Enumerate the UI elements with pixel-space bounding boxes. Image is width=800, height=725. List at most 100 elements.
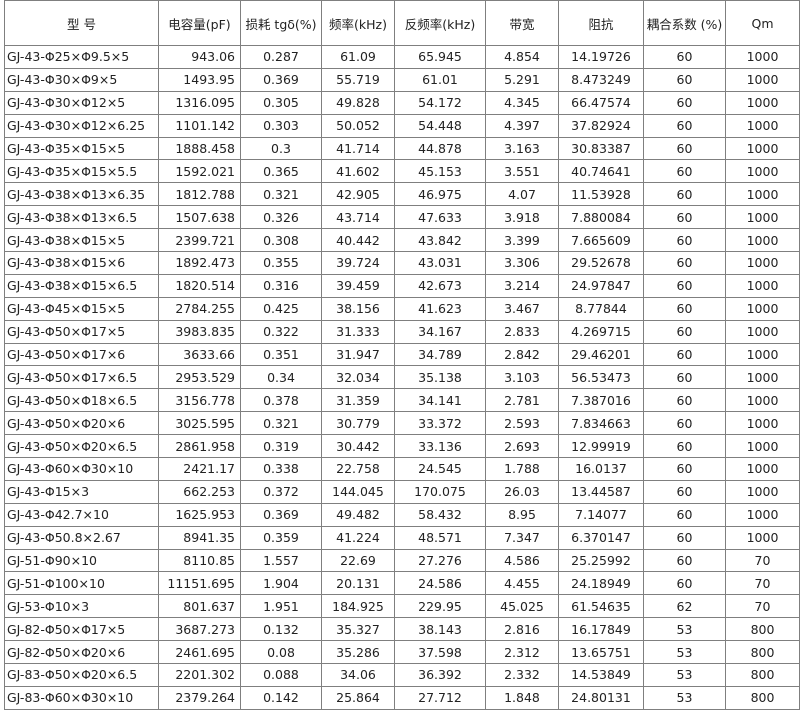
cell-frequency: 34.06: [321, 663, 395, 687]
cell-capacitance: 662.253: [158, 479, 241, 504]
cell-impedance: 29.52678: [558, 251, 644, 275]
cell-capacitance: 1820.514: [158, 273, 241, 298]
cell-frequency: 41.602: [321, 159, 395, 184]
cell-bandwidth: 3.467: [485, 296, 559, 321]
header-impedance: 阻抗: [558, 0, 644, 46]
cell-capacitance: 3156.778: [158, 388, 241, 413]
table-row: GJ-43-Φ50×Φ17×6.5 2953.529 0.34 32.034 35.13…: [4, 365, 800, 390]
cell-model: GJ-43-Φ30×Φ12×5: [4, 90, 159, 115]
cell-coupling: 60: [643, 205, 726, 230]
cell-anti-frequency: 27.712: [394, 685, 486, 710]
cell-loss: 0.372: [240, 479, 322, 504]
cell-capacitance: 3633.66: [158, 342, 241, 367]
cell-qm: 1000: [725, 342, 800, 367]
cell-capacitance: 1625.953: [158, 502, 241, 527]
cell-qm: 1000: [725, 136, 800, 161]
table-row: GJ-43-Φ30×Φ12×5 1316.095 0.305 49.828 54.172…: [4, 90, 800, 115]
cell-qm: 1000: [725, 457, 800, 481]
cell-qm: 1000: [725, 388, 800, 413]
cell-bandwidth: 1.788: [485, 457, 559, 481]
cell-qm: 1000: [725, 365, 800, 390]
cell-frequency: 20.131: [321, 571, 395, 596]
cell-qm: 70: [725, 594, 800, 619]
cell-anti-frequency: 34.141: [394, 388, 486, 413]
cell-bandwidth: 3.214: [485, 273, 559, 298]
table-row: GJ-43-Φ50×Φ20×6 3025.595 0.321 30.779 33.372…: [4, 411, 800, 436]
table-row: GJ-82-Φ50×Φ17×5 3687.273 0.132 35.327 38.143…: [4, 617, 800, 642]
table-row: GJ-43-Φ38×Φ13×6.5 1507.638 0.326 43.714 47.6…: [4, 205, 800, 230]
cell-frequency: 31.359: [321, 388, 395, 413]
cell-model: GJ-83-Φ60×Φ30×10: [4, 685, 159, 710]
cell-bandwidth: 3.918: [485, 205, 559, 230]
table-row: GJ-43-Φ30×Φ9×5 1493.95 0.369 55.719 61.01 5.2…: [4, 67, 800, 92]
cell-bandwidth: 2.816: [485, 617, 559, 642]
cell-anti-frequency: 61.01: [394, 67, 486, 92]
cell-frequency: 31.333: [321, 319, 395, 344]
cell-frequency: 55.719: [321, 67, 395, 92]
cell-impedance: 29.46201: [558, 342, 644, 367]
cell-impedance: 7.834663: [558, 411, 644, 436]
cell-anti-frequency: 65.945: [394, 45, 486, 69]
cell-qm: 1000: [725, 45, 800, 69]
cell-coupling: 60: [643, 90, 726, 115]
cell-coupling: 53: [643, 663, 726, 687]
cell-impedance: 13.44587: [558, 479, 644, 504]
cell-frequency: 31.947: [321, 342, 395, 367]
cell-bandwidth: 4.397: [485, 113, 559, 138]
cell-model: GJ-43-Φ50×Φ20×6.5: [4, 434, 159, 459]
cell-coupling: 60: [643, 365, 726, 390]
cell-impedance: 4.269715: [558, 319, 644, 344]
cell-coupling: 60: [643, 548, 726, 573]
cell-loss: 0.305: [240, 90, 322, 115]
cell-impedance: 24.80131: [558, 685, 644, 710]
cell-loss: 0.316: [240, 273, 322, 298]
cell-bandwidth: 2.332: [485, 663, 559, 687]
cell-anti-frequency: 38.143: [394, 617, 486, 642]
cell-impedance: 16.17849: [558, 617, 644, 642]
cell-loss: 0.321: [240, 182, 322, 207]
cell-qm: 1000: [725, 182, 800, 207]
cell-model: GJ-43-Φ50×Φ18×6.5: [4, 388, 159, 413]
cell-model: GJ-43-Φ38×Φ15×5: [4, 228, 159, 253]
header-frequency: 频率(kHz): [321, 0, 395, 46]
cell-qm: 1000: [725, 67, 800, 92]
cell-model: GJ-43-Φ38×Φ15×6: [4, 251, 159, 275]
cell-anti-frequency: 34.789: [394, 342, 486, 367]
header-anti-frequency: 反频率(kHz): [394, 0, 486, 46]
cell-model: GJ-51-Φ90×10: [4, 548, 159, 573]
cell-anti-frequency: 33.136: [394, 434, 486, 459]
cell-impedance: 11.53928: [558, 182, 644, 207]
cell-qm: 1000: [725, 525, 800, 550]
cell-loss: 0.425: [240, 296, 322, 321]
cell-capacitance: 11151.695: [158, 571, 241, 596]
cell-coupling: 62: [643, 594, 726, 619]
cell-frequency: 41.224: [321, 525, 395, 550]
cell-impedance: 66.47574: [558, 90, 644, 115]
cell-capacitance: 2421.17: [158, 457, 241, 481]
cell-anti-frequency: 24.545: [394, 457, 486, 481]
cell-capacitance: 8941.35: [158, 525, 241, 550]
cell-anti-frequency: 35.138: [394, 365, 486, 390]
cell-bandwidth: 2.842: [485, 342, 559, 367]
cell-impedance: 37.82924: [558, 113, 644, 138]
cell-bandwidth: 4.854: [485, 45, 559, 69]
cell-frequency: 50.052: [321, 113, 395, 138]
table-row: GJ-43-Φ35×Φ15×5.5 1592.021 0.365 41.602 45.1…: [4, 159, 800, 184]
cell-frequency: 39.459: [321, 273, 395, 298]
cell-frequency: 43.714: [321, 205, 395, 230]
cell-capacitance: 3687.273: [158, 617, 241, 642]
cell-anti-frequency: 37.598: [394, 640, 486, 665]
cell-model: GJ-83-Φ50×Φ20×6.5: [4, 663, 159, 687]
cell-coupling: 60: [643, 67, 726, 92]
cell-loss: 0.369: [240, 502, 322, 527]
cell-bandwidth: 2.593: [485, 411, 559, 436]
cell-model: GJ-43-Φ30×Φ9×5: [4, 67, 159, 92]
cell-capacitance: 2861.958: [158, 434, 241, 459]
cell-capacitance: 1888.458: [158, 136, 241, 161]
cell-model: GJ-43-Φ25×Φ9.5×5: [4, 45, 159, 69]
cell-qm: 1000: [725, 479, 800, 504]
cell-frequency: 39.724: [321, 251, 395, 275]
table-row: GJ-43-Φ38×Φ15×5 2399.721 0.308 40.442 43.842…: [4, 228, 800, 253]
cell-bandwidth: 26.03: [485, 479, 559, 504]
cell-qm: 800: [725, 685, 800, 710]
